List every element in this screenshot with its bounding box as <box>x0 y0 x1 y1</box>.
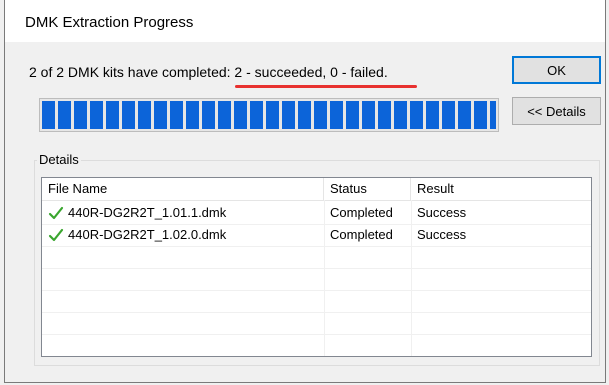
details-toggle-button[interactable]: << Details <box>512 97 601 125</box>
list-header: File Name Status Result <box>42 178 591 201</box>
column-header-result[interactable]: Result <box>411 178 591 200</box>
row-divider <box>42 246 591 247</box>
title-bar: DMK Extraction Progress <box>5 0 605 42</box>
column-header-status[interactable]: Status <box>324 178 411 200</box>
row-divider <box>42 290 591 291</box>
status-cell: Completed <box>330 227 393 242</box>
row-divider <box>42 312 591 313</box>
row-divider <box>42 268 591 269</box>
ok-button[interactable]: OK <box>512 56 601 84</box>
dialog-window: DMK Extraction Progress 2 of 2 DMK kits … <box>4 0 606 383</box>
highlight-underline <box>235 85 417 88</box>
status-cell: Completed <box>330 205 393 220</box>
row-divider <box>42 334 591 335</box>
table-row[interactable]: 440R-DG2R2T_1.02.0.dmk Completed Success <box>42 224 591 246</box>
file-name-cell: 440R-DG2R2T_1.01.1.dmk <box>68 205 227 220</box>
file-name-cell: 440R-DG2R2T_1.02.0.dmk <box>68 227 227 242</box>
progress-fill <box>42 101 496 129</box>
check-icon <box>48 206 64 220</box>
result-cell: Success <box>417 205 467 220</box>
progress-bar <box>39 98 499 132</box>
details-group-label: Details <box>37 152 81 167</box>
window-title: DMK Extraction Progress <box>25 14 194 31</box>
column-header-file-name[interactable]: File Name <box>42 178 324 200</box>
completion-summary: 2 of 2 DMK kits have completed: 2 - succ… <box>29 64 388 80</box>
result-cell: Success <box>417 227 467 242</box>
details-list[interactable]: File Name Status Result 440R-DG2R2T_1.01… <box>41 177 592 357</box>
table-row[interactable]: 440R-DG2R2T_1.01.1.dmk Completed Success <box>42 202 591 224</box>
check-icon <box>48 228 64 242</box>
